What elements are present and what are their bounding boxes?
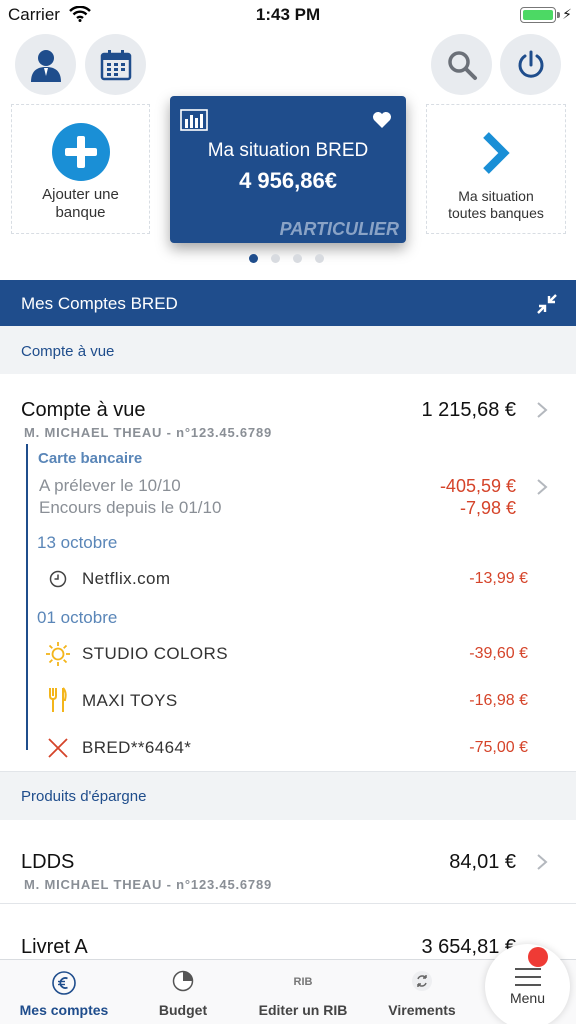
tab-label: Budget xyxy=(158,1002,208,1018)
date-header: 13 octobre xyxy=(37,533,118,552)
bar-chart-icon xyxy=(180,109,208,131)
chevron-right-icon xyxy=(483,132,510,174)
tab-label: Mes comptes xyxy=(19,1002,109,1018)
account-name: Livret A xyxy=(21,936,88,958)
chevron-right-icon xyxy=(537,479,548,495)
profile-button[interactable] xyxy=(15,34,76,95)
date-header: 01 octobre xyxy=(37,608,118,627)
status-time: 1:43 PM xyxy=(255,5,321,24)
calendar-button[interactable] xyxy=(85,34,146,95)
tab-mes-comptes[interactable]: Mes comptes xyxy=(0,960,128,1024)
menu-button[interactable]: Menu xyxy=(485,944,570,1024)
utensils-icon xyxy=(45,687,71,713)
plus-icon xyxy=(52,123,110,181)
tab-rib[interactable]: RIB Editer un RIB xyxy=(238,960,368,1024)
search-button[interactable] xyxy=(431,34,492,95)
add-bank-label-1: Ajouter une xyxy=(42,186,119,203)
chevron-right-icon xyxy=(537,854,548,870)
pending-amount: -405,59 € xyxy=(439,476,516,496)
transaction-label: Netflix.com xyxy=(82,569,171,588)
sun-icon xyxy=(45,641,71,667)
euro-icon xyxy=(52,971,76,995)
all-banks-card[interactable]: Ma situation toutes banques xyxy=(426,104,566,234)
battery-icon xyxy=(520,7,556,23)
cross-icon xyxy=(45,735,71,761)
main-situation-card[interactable]: Ma situation BRED 4 956,86€ PARTICULIER xyxy=(170,96,406,243)
tab-label: Editer un RIB xyxy=(258,1002,348,1018)
pager-dot[interactable] xyxy=(249,254,258,263)
card-pager[interactable] xyxy=(249,254,324,263)
transaction-label: BRED**6464* xyxy=(82,738,192,757)
add-bank-label-2: banque xyxy=(55,204,106,221)
charging-icon: ⚡ xyxy=(562,6,572,22)
timeline-line xyxy=(26,444,28,750)
calendar-icon xyxy=(100,49,131,80)
notification-badge xyxy=(528,947,548,967)
collapse-icon[interactable] xyxy=(536,293,558,315)
pager-dot[interactable] xyxy=(293,254,302,263)
pie-chart-icon xyxy=(172,970,194,992)
transaction-amount: -39,60 € xyxy=(469,645,528,662)
accounts-section-title: Mes Comptes BRED xyxy=(21,294,178,313)
all-banks-label-1: Ma situation xyxy=(458,188,534,204)
transfer-icon xyxy=(412,971,432,991)
chevron-right-icon xyxy=(537,402,548,418)
encours-amount: -7,98 € xyxy=(459,498,516,518)
menu-icon xyxy=(515,968,541,986)
card-section-label: Carte bancaire xyxy=(38,450,143,467)
menu-label: Menu xyxy=(509,990,546,1006)
encours-label: Encours depuis le 01/10 xyxy=(39,498,222,517)
account-name: Compte à vue xyxy=(21,399,146,421)
status-bar: Carrier 1:43 PM ⚡ xyxy=(0,0,576,30)
power-icon xyxy=(518,50,543,78)
account-name: LDDS xyxy=(21,851,75,873)
all-banks-label-2: toutes banques xyxy=(448,205,544,221)
pending-label: A prélever le 10/10 xyxy=(39,476,181,495)
group-header-current: Compte à vue xyxy=(0,326,576,374)
main-card-amount: 4 956,86€ xyxy=(239,168,337,193)
profile-type-tag: PARTICULIER xyxy=(279,219,399,239)
user-icon xyxy=(30,49,61,82)
pager-dot[interactable] xyxy=(271,254,280,263)
group-title: Produits d'épargne xyxy=(21,788,147,805)
clock-icon xyxy=(45,566,71,592)
main-card-title: Ma situation BRED xyxy=(207,140,369,161)
group-header-savings: Produits d'épargne xyxy=(0,772,576,820)
search-icon xyxy=(447,50,477,80)
tab-budget[interactable]: Budget xyxy=(128,960,238,1024)
logout-button[interactable] xyxy=(500,34,561,95)
transaction-amount: -13,99 € xyxy=(469,570,528,587)
add-bank-card[interactable]: Ajouter une banque xyxy=(11,104,150,234)
tab-virements[interactable]: Virements xyxy=(368,960,476,1024)
rib-icon: RIB xyxy=(294,976,313,988)
account-owner: M. MICHAEL THEAU - n°123.45.6789 xyxy=(24,877,273,892)
tab-label: Virements xyxy=(388,1002,456,1018)
account-owner: M. MICHAEL THEAU - n°123.45.6789 xyxy=(24,425,273,440)
group-title: Compte à vue xyxy=(21,343,115,360)
pager-dot[interactable] xyxy=(315,254,324,263)
transaction-amount: -75,00 € xyxy=(469,739,528,756)
transaction-label: MAXI TOYS xyxy=(82,691,178,710)
account-balance: 1 215,68 € xyxy=(421,399,516,421)
heart-icon[interactable] xyxy=(372,111,392,129)
transaction-amount: -16,98 € xyxy=(469,692,528,709)
transaction-label: STUDIO COLORS xyxy=(82,644,228,663)
accounts-section-bar: Mes Comptes BRED xyxy=(0,280,576,326)
account-balance: 84,01 € xyxy=(449,851,516,873)
svg-text:RIB: RIB xyxy=(294,976,313,988)
divider xyxy=(0,903,576,904)
